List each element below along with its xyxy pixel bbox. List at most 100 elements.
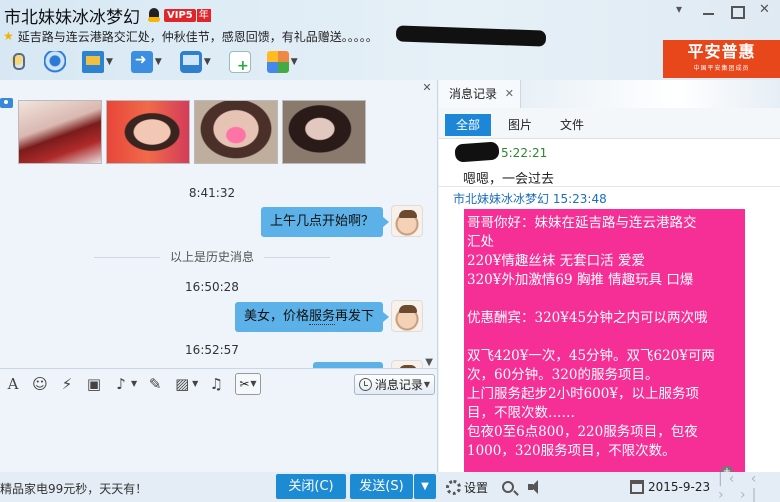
screen-share-icon: [82, 51, 104, 73]
voice-message-icon[interactable]: ♪: [112, 375, 130, 393]
ad-banner-title: 平安普惠: [687, 42, 756, 61]
close-button[interactable]: 关闭(C): [276, 474, 346, 499]
contact-photo-strip: [18, 100, 366, 164]
add-app-icon: [228, 51, 251, 74]
star-icon: ★: [3, 29, 14, 43]
redaction-mark: [454, 141, 500, 163]
chevron-down-icon[interactable]: ▼: [131, 379, 137, 388]
ad-banner[interactable]: 平安普惠 中国平安集团成员: [663, 40, 780, 78]
webcam-icon: [44, 51, 66, 73]
screen-share-button[interactable]: ▼: [82, 49, 113, 75]
window-header: 市北妹妹冰冰梦幻 VIP5 年 ★ 延吉路与连云港路交汇处，仲秋佳节，感恩回馈，…: [0, 0, 780, 80]
contact-photo[interactable]: [106, 100, 190, 164]
search-button[interactable]: [502, 472, 514, 502]
chat-bubble[interactable]: 上午几点开始啊？: [260, 207, 390, 237]
emoji-icon[interactable]: ☺: [31, 375, 49, 393]
speaker-icon: [528, 480, 544, 494]
send-file-icon: [130, 51, 153, 73]
scissors-icon: ✂: [239, 376, 250, 391]
minimize-icon[interactable]: [702, 4, 716, 18]
message-history-button[interactable]: 消息记录 ▼: [353, 374, 435, 395]
message-timestamp: 16:52:57: [185, 343, 239, 357]
avatar[interactable]: [391, 205, 423, 237]
contact-name[interactable]: 市北妹妹冰冰梦幻: [4, 3, 140, 28]
redaction-mark: [395, 25, 547, 47]
close-icon[interactable]: [758, 2, 772, 18]
history-timestamp: 5:22:21: [501, 146, 548, 160]
chevron-down-icon[interactable]: ▼: [204, 57, 211, 67]
collapse-panel-icon[interactable]: ✕: [421, 82, 433, 94]
history-label: 以上是历史消息: [169, 250, 254, 264]
contact-photo[interactable]: [282, 100, 366, 164]
font-icon[interactable]: A: [4, 375, 22, 393]
history-filter-tabs: 全部 图片 文件: [445, 114, 595, 136]
apps-button[interactable]: ▼: [266, 49, 298, 75]
chat-bubble-text: 美女，价格: [243, 309, 309, 324]
chevron-down-icon[interactable]: ▼: [155, 57, 162, 67]
add-app-button[interactable]: [228, 49, 251, 75]
message-input[interactable]: [0, 398, 438, 472]
close-tab-icon[interactable]: ✕: [505, 80, 514, 108]
chevron-down-icon[interactable]: ▼: [192, 379, 198, 388]
divider: [439, 186, 780, 187]
ad-banner-subtitle: 中国平安集团成员: [693, 65, 750, 72]
message-history-label: 消息记录: [374, 378, 423, 392]
vip-year-badge: 年: [196, 8, 211, 22]
title-row: 市北妹妹冰冰梦幻 VIP5 年: [4, 3, 211, 28]
sound-button[interactable]: [528, 472, 544, 502]
history-message-text: 嗯嗯，一会过去: [463, 172, 555, 187]
signature-text: 延吉路与连云港路交汇处，仲秋佳节，感恩回馈，有礼品赠送。。。。。: [17, 29, 378, 44]
maximize-icon[interactable]: [730, 4, 745, 19]
bottom-bar: 精品家电99元秒，天天有！ 关闭(C) 发送(S) ▼ 设置 2015-9-23…: [0, 471, 780, 502]
chat-message-area[interactable]: ✕ 8:41:32 上午几点开始啊？ 以上是历史消息 16:50:28 美女，价…: [0, 80, 438, 368]
chat-toolbar: ▼ ▼ ▼ ▼: [0, 48, 298, 76]
message-timestamp: 16:50:28: [185, 280, 239, 294]
send-options-button[interactable]: ▼: [414, 474, 436, 499]
history-message-card: 哥哥你好：妹妹在延吉路与连云港路交 汇处 220¥情趣丝袜 无套口活 爱爱 32…: [464, 209, 745, 472]
video-call-button[interactable]: [44, 49, 66, 75]
history-sender: 市北妹妹冰冰梦幻 15:23:48: [453, 192, 607, 206]
gif-icon[interactable]: ▣: [85, 375, 103, 393]
send-button[interactable]: 发送(S): [350, 474, 413, 499]
date-picker[interactable]: 2015-9-23: [630, 472, 710, 502]
screenshot-button[interactable]: ✂ ▼: [235, 372, 261, 395]
chat-bubble-link[interactable]: 服务: [308, 309, 335, 325]
voice-call-button[interactable]: [6, 49, 28, 75]
menu-dropdown-icon[interactable]: [674, 2, 688, 18]
avatar[interactable]: [391, 300, 423, 332]
chat-bubble-text: 再发下: [334, 309, 374, 324]
vip-badge[interactable]: VIP5: [164, 8, 196, 22]
remote-assist-button[interactable]: ▼: [179, 49, 211, 75]
send-file-button[interactable]: ▼: [130, 49, 162, 75]
ad-text-link[interactable]: 精品家电99元秒，天天有！: [0, 480, 147, 497]
tab-images[interactable]: 图片: [497, 114, 543, 136]
history-message-list[interactable]: 5:22:21 嗯嗯，一会过去 市北妹妹冰冰梦幻 15:23:48 哥哥你好：妹…: [439, 138, 780, 472]
calendar-icon: [630, 480, 644, 494]
page-navigation[interactable]: |‹ ‹ › ›|: [718, 471, 780, 502]
remote-desktop-icon: [179, 51, 202, 73]
chevron-down-icon[interactable]: ▼: [291, 57, 298, 67]
chevron-down-icon[interactable]: ▼: [424, 380, 430, 389]
avatar[interactable]: [391, 360, 423, 368]
scroll-down-icon[interactable]: ▼: [425, 357, 433, 368]
add-icon[interactable]: +: [721, 466, 733, 472]
window-controls: [674, 2, 772, 19]
shake-icon[interactable]: ⚡: [58, 375, 76, 393]
tab-label: 消息记录: [449, 87, 498, 101]
tab-all[interactable]: 全部: [445, 114, 492, 136]
contact-photo[interactable]: [18, 100, 102, 164]
camera-icon: [0, 98, 13, 108]
music-icon[interactable]: ♫: [207, 375, 225, 393]
image-icon[interactable]: ▨: [173, 375, 191, 393]
edit-icon[interactable]: ✎: [146, 375, 164, 393]
apps-grid-icon: [266, 51, 289, 73]
settings-button[interactable]: 设置: [446, 472, 488, 502]
chevron-down-icon[interactable]: ▼: [106, 57, 113, 67]
tab-files[interactable]: 文件: [549, 114, 595, 136]
chat-bubble[interactable]: 美女，价格服务再发下: [234, 302, 390, 332]
date-label: 2015-9-23: [648, 480, 711, 494]
chevron-down-icon[interactable]: ▼: [250, 379, 256, 388]
tab-message-history[interactable]: 消息记录 ✕: [439, 80, 521, 108]
qq-penguin-icon: [146, 7, 162, 23]
contact-photo[interactable]: [194, 100, 278, 164]
